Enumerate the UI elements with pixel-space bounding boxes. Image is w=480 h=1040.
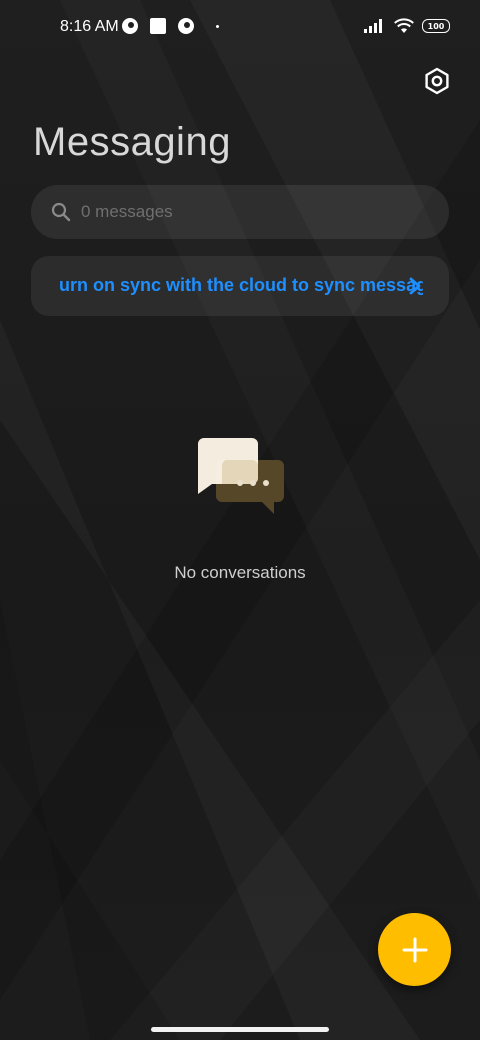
signal-icon bbox=[364, 19, 382, 33]
system-icons: 100 bbox=[364, 18, 450, 34]
wifi-icon bbox=[394, 18, 414, 33]
empty-state-text: No conversations bbox=[174, 563, 306, 582]
new-conversation-button[interactable] bbox=[378, 913, 451, 986]
more-notifications-dot-icon bbox=[216, 24, 219, 28]
app-notification-icon bbox=[178, 18, 194, 34]
settings-button[interactable] bbox=[422, 66, 452, 96]
search-box[interactable] bbox=[31, 185, 449, 239]
home-indicator[interactable] bbox=[151, 1027, 329, 1032]
battery-indicator: 100 bbox=[422, 19, 450, 33]
page-title: Messaging bbox=[33, 120, 231, 164]
settings-hexagon-icon bbox=[425, 67, 449, 95]
status-bar: 8:16 AM 100 bbox=[0, 0, 480, 56]
messaging-screen: 8:16 AM 100 Messaging 0 messages urn on … bbox=[0, 0, 480, 1040]
chat-bubbles-icon bbox=[198, 438, 284, 514]
app-notification-icon bbox=[122, 18, 138, 34]
cloud-sync-banner[interactable]: urn on sync with the cloud to sync messa… bbox=[31, 256, 449, 316]
sync-text-container: urn on sync with the cloud to sync messa… bbox=[59, 256, 423, 316]
sync-banner-text: urn on sync with the cloud to sync messa… bbox=[59, 275, 423, 295]
notification-icons bbox=[122, 18, 219, 34]
chevron-right-icon bbox=[409, 277, 421, 295]
plus-icon bbox=[402, 937, 427, 962]
square-notification-icon bbox=[150, 18, 166, 34]
search-icon bbox=[51, 202, 71, 222]
search-input[interactable] bbox=[81, 185, 441, 239]
status-time: 8:16 AM bbox=[60, 18, 119, 35]
